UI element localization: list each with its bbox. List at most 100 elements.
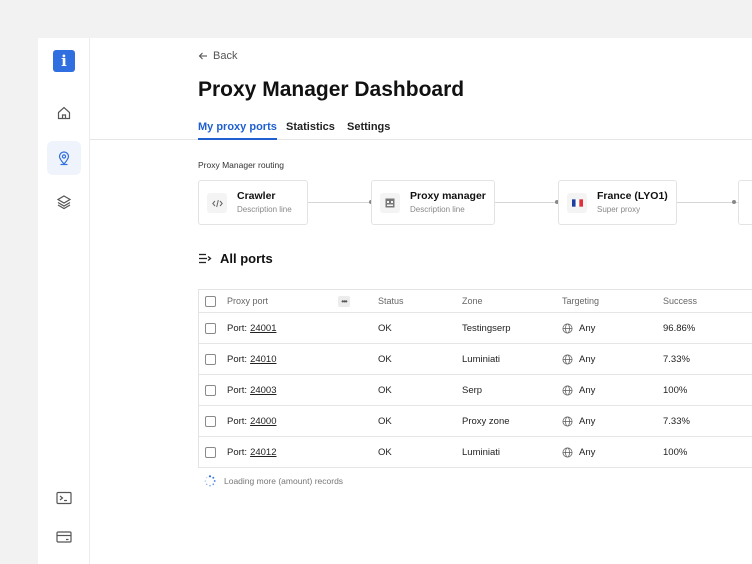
sidebar: i	[38, 38, 90, 564]
port-link[interactable]: 24003	[250, 385, 276, 396]
home-icon	[57, 106, 71, 120]
routing-node-title: France (LYO1)	[597, 190, 668, 202]
status-cell: OK	[378, 415, 392, 427]
more-options-button[interactable]: •••	[338, 296, 350, 307]
globe-icon	[562, 323, 573, 333]
zone-cell: Serp	[462, 384, 483, 396]
column-header-success[interactable]: Success	[663, 290, 697, 312]
layers-icon	[56, 195, 72, 210]
back-link[interactable]: Back	[198, 50, 237, 62]
port-cell: Port: 24001	[227, 313, 276, 343]
zone-cell: Luminiati	[462, 353, 501, 365]
row-checkbox[interactable]	[205, 353, 216, 365]
sidebar-item-layers[interactable]	[47, 185, 81, 219]
spinner-icon	[204, 475, 216, 487]
targeting-cell: Any	[562, 313, 595, 343]
targeting-cell: Any	[562, 406, 595, 436]
targeting-value: Any	[579, 322, 596, 334]
globe-icon	[562, 385, 573, 395]
table-row[interactable]: Port: 24003 OK Serp Any 100%	[199, 375, 752, 406]
tab-settings[interactable]: Settings	[347, 121, 390, 140]
port-link[interactable]: 24012	[250, 447, 276, 458]
code-icon	[207, 193, 227, 213]
all-ports-title: All ports	[220, 251, 273, 266]
targeting-cell: Any	[562, 437, 595, 467]
routing-node-desc: Description line	[237, 205, 292, 214]
sidebar-item-location[interactable]	[47, 141, 81, 175]
globe-icon	[562, 447, 573, 457]
credit-card-icon	[56, 531, 72, 543]
page-title: Proxy Manager Dashboard	[198, 78, 465, 101]
port-cell: Port: 24000	[227, 406, 276, 436]
column-header-targeting[interactable]: Targeting	[562, 290, 599, 312]
port-cell: Port: 24012	[227, 437, 276, 467]
column-header-proxy-port[interactable]: Proxy port	[227, 290, 268, 312]
globe-icon	[562, 354, 573, 364]
success-cell: 96.86%	[663, 322, 696, 334]
france-flag-icon	[567, 193, 587, 213]
loading-indicator: Loading more (amount) records	[204, 475, 343, 487]
table-row[interactable]: Port: 24012 OK Luminiati Any 100%	[199, 437, 752, 468]
port-link[interactable]: 24001	[250, 323, 276, 334]
routing-node-title: Proxy manager	[410, 190, 486, 202]
ports-table: Proxy port ••• Status Zone Targeting Suc…	[198, 289, 752, 468]
row-checkbox[interactable]	[205, 415, 216, 427]
port-prefix: Port:	[227, 353, 248, 365]
port-link[interactable]: 24010	[250, 354, 276, 365]
table-row[interactable]: Port: 24001 OK Testingserp Any 96.86%	[199, 313, 752, 344]
status-cell: OK	[378, 322, 392, 334]
routing-label: Proxy Manager routing	[198, 160, 284, 170]
status-cell: OK	[378, 446, 392, 458]
table-row[interactable]: Port: 24000 OK Proxy zone Any 7.33%	[199, 406, 752, 437]
success-cell: 100%	[663, 446, 688, 458]
all-ports-header: All ports	[198, 251, 273, 266]
table-row[interactable]: Port: 24010 OK Luminiati Any 7.33%	[199, 344, 752, 375]
app-logo[interactable]: i	[53, 50, 75, 72]
success-cell: 7.33%	[663, 415, 690, 427]
targeting-value: Any	[579, 353, 596, 365]
port-link[interactable]: 24000	[250, 416, 276, 427]
targeting-value: Any	[579, 415, 596, 427]
success-cell: 100%	[663, 384, 688, 396]
zone-cell: Testingserp	[462, 322, 511, 334]
routing-node-desc: Description line	[410, 205, 465, 214]
status-cell: OK	[378, 353, 392, 365]
targeting-value: Any	[579, 446, 596, 458]
column-header-status[interactable]: Status	[378, 290, 404, 312]
routing-dot	[732, 200, 736, 204]
back-label: Back	[213, 50, 238, 62]
routing-node-france[interactable]: France (LYO1) Super proxy	[558, 180, 677, 225]
column-header-zone[interactable]: Zone	[462, 290, 483, 312]
select-all-checkbox[interactable]	[205, 295, 216, 307]
port-cell: Port: 24003	[227, 375, 276, 405]
port-prefix: Port:	[227, 384, 248, 396]
routing-node-desc: Super proxy	[597, 205, 641, 214]
routing-diagram: Crawler Description line Proxy manager D…	[198, 180, 752, 225]
port-prefix: Port:	[227, 322, 248, 334]
arrow-left-icon	[198, 52, 207, 60]
sidebar-item-billing[interactable]	[47, 520, 81, 554]
select-all-cell	[205, 290, 216, 312]
proxy-manager-icon	[380, 193, 400, 213]
table-header: Proxy port ••• Status Zone Targeting Suc…	[199, 290, 752, 313]
tab-bar: My proxy ports Statistics Settings	[90, 118, 752, 140]
targeting-cell: Any	[562, 344, 595, 374]
row-checkbox[interactable]	[205, 384, 216, 396]
routing-node-next[interactable]	[738, 180, 752, 225]
row-checkbox[interactable]	[205, 322, 216, 334]
row-checkbox[interactable]	[205, 446, 216, 458]
targeting-value: Any	[579, 384, 596, 396]
routing-node-crawler[interactable]: Crawler Description line	[198, 180, 308, 225]
sidebar-item-terminal[interactable]	[47, 481, 81, 515]
status-cell: OK	[378, 384, 392, 396]
tab-statistics[interactable]: Statistics	[286, 121, 335, 140]
port-cell: Port: 24010	[227, 344, 276, 374]
tab-my-proxy-ports[interactable]: My proxy ports	[198, 121, 277, 140]
zone-cell: Luminiati	[462, 446, 501, 458]
globe-icon	[562, 416, 573, 426]
routing-node-title: Crawler	[237, 190, 276, 202]
app-window: i Back Proxy Manager Dashboard My proxy …	[38, 38, 752, 564]
sidebar-item-home[interactable]	[47, 96, 81, 130]
targeting-cell: Any	[562, 375, 595, 405]
routing-node-proxy-manager[interactable]: Proxy manager Description line	[371, 180, 495, 225]
